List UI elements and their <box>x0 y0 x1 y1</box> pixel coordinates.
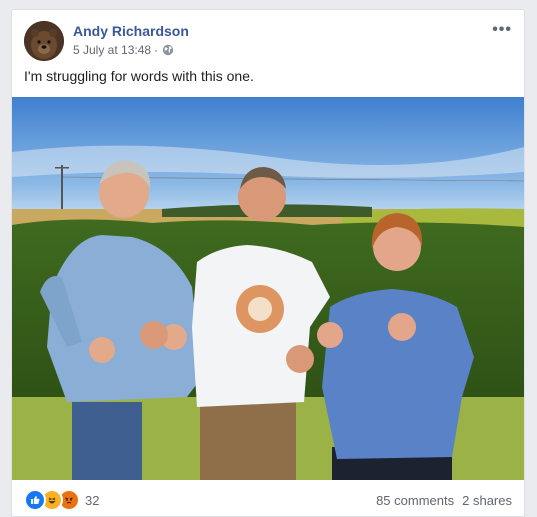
meta-separator: · <box>154 43 159 57</box>
post-footer: 32 85 comments 2 shares <box>24 488 512 512</box>
author-name[interactable]: Andy Richardson <box>73 23 189 39</box>
avatar[interactable] <box>24 21 64 61</box>
post-photo[interactable] <box>12 97 524 480</box>
like-icon[interactable] <box>24 489 46 511</box>
post-card: Andy Richardson 5 July at 13:48 · ••• I'… <box>11 9 525 517</box>
post-meta: 5 July at 13:48 · <box>73 43 174 57</box>
shares-count[interactable]: 2 shares <box>462 493 512 508</box>
more-options-icon[interactable]: ••• <box>492 21 512 39</box>
globe-icon[interactable] <box>162 44 174 56</box>
post-date[interactable]: 5 July at 13:48 <box>73 43 151 57</box>
post-stats: 85 comments 2 shares <box>376 493 512 508</box>
reaction-count[interactable]: 32 <box>85 493 99 508</box>
post-header: Andy Richardson 5 July at 13:48 · ••• <box>24 21 512 63</box>
post-text: I'm struggling for words with this one. <box>24 68 254 84</box>
reactions[interactable]: 32 <box>24 489 99 511</box>
comments-count[interactable]: 85 comments <box>376 493 454 508</box>
